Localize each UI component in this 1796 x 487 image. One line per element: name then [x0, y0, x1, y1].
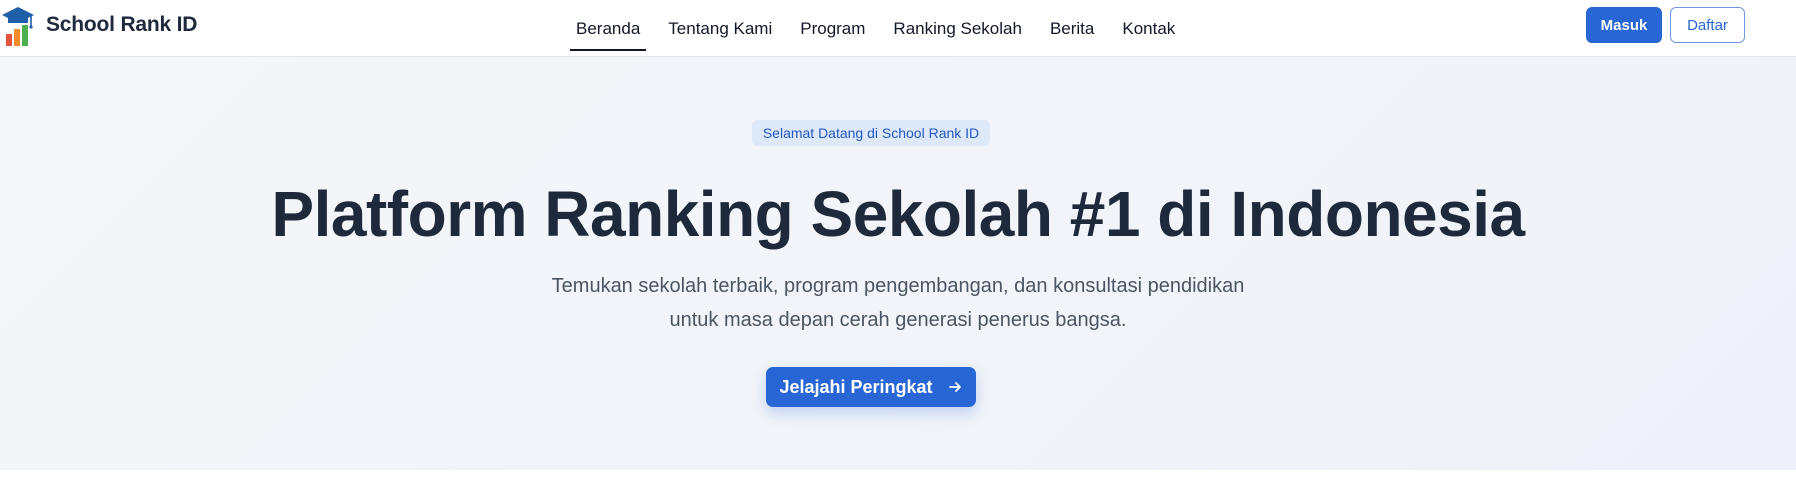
welcome-badge: Selamat Datang di School Rank ID: [752, 120, 990, 146]
hero-section: Selamat Datang di School Rank ID Platfor…: [0, 57, 1796, 470]
brand[interactable]: School Rank ID: [0, 4, 197, 46]
top-navbar: School Rank ID Beranda Tentang Kami Prog…: [0, 0, 1796, 57]
explore-rankings-label: Jelajahi Peringkat: [779, 376, 933, 397]
arrow-right-icon: [948, 382, 961, 392]
nav-item-kontak[interactable]: Kontak: [1122, 19, 1175, 39]
hero-subtitle-line-1: Temukan sekolah terbaik, program pengemb…: [551, 275, 1245, 297]
explore-rankings-button[interactable]: Jelajahi Peringkat: [766, 367, 976, 407]
nav-item-berita[interactable]: Berita: [1050, 19, 1094, 39]
nav-item-program[interactable]: Program: [800, 19, 865, 39]
register-button[interactable]: Daftar: [1670, 7, 1745, 43]
hero-subtitle-line-2: untuk masa depan cerah generasi penerus …: [669, 309, 1127, 331]
graduation-cap-bar-chart-icon: [2, 7, 34, 46]
hero-subtitle: Temukan sekolah terbaik, program pengemb…: [448, 269, 1348, 337]
nav-item-tentang-kami[interactable]: Tentang Kami: [668, 19, 772, 39]
nav-item-ranking-sekolah[interactable]: Ranking Sekolah: [893, 19, 1022, 39]
nav-item-beranda[interactable]: Beranda: [570, 19, 647, 51]
main-nav: Beranda Tentang Kami Program Ranking Sek…: [570, 0, 1203, 57]
brand-name: School Rank ID: [46, 13, 198, 36]
hero-title: Platform Ranking Sekolah #1 di Indonesia: [271, 178, 1525, 250]
login-button[interactable]: Masuk: [1586, 7, 1662, 43]
